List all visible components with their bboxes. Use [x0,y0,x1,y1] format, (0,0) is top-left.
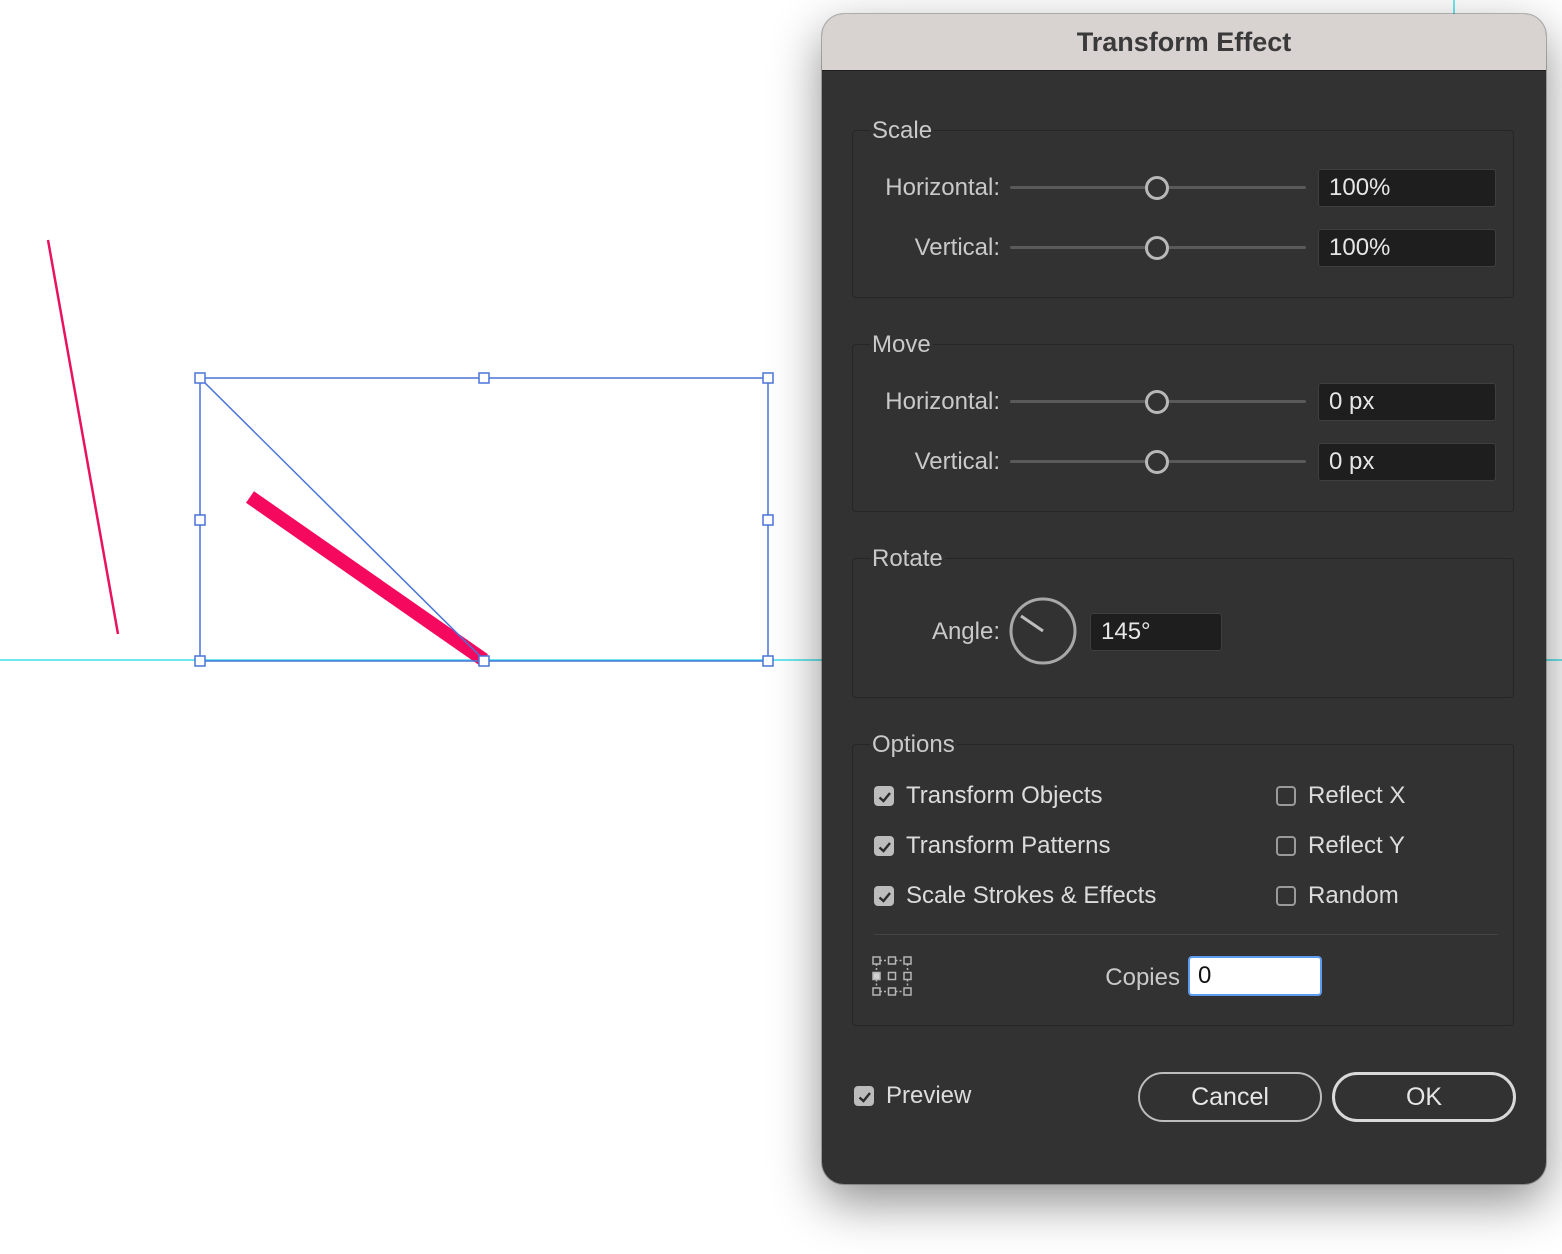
handle-middle-right[interactable] [762,514,774,526]
transform-patterns-label: Transform Patterns [906,832,1111,859]
handle-top-left[interactable] [194,372,206,384]
scale-vertical-input[interactable]: 100% [1318,229,1496,267]
random-option[interactable]: Random [1276,882,1399,910]
move-vertical-slider-thumb[interactable] [1145,450,1169,474]
handle-bottom-right[interactable] [762,655,774,667]
angle-dial-icon[interactable] [1008,596,1078,666]
move-vertical-label: Vertical: [914,448,1000,475]
scale-horizontal-slider-thumb[interactable] [1145,176,1169,200]
reflect-y-label: Reflect Y [1308,832,1405,859]
handle-bottom-left[interactable] [194,655,206,667]
move-vertical-input[interactable]: 0 px [1318,443,1496,481]
move-horizontal-input[interactable]: 0 px [1318,383,1496,421]
transform-patterns-option[interactable]: Transform Patterns [874,832,1111,860]
handle-middle-left[interactable] [194,514,206,526]
cancel-button[interactable]: Cancel [1138,1072,1322,1122]
reflect-x-option[interactable]: Reflect X [1276,782,1405,810]
ok-button[interactable]: OK [1332,1072,1516,1122]
handle-top-center[interactable] [478,372,490,384]
reflect-x-checkbox[interactable] [1276,786,1296,806]
scale-horizontal-input[interactable]: 100% [1318,169,1496,207]
scale-strokes-checkbox[interactable] [874,886,894,906]
move-horizontal-label: Horizontal: [885,388,1000,415]
preview-checkbox[interactable] [854,1086,874,1106]
scale-vertical-slider-thumb[interactable] [1145,236,1169,260]
preview-option[interactable]: Preview [854,1082,971,1110]
copies-input[interactable]: 0 [1188,956,1322,996]
scale-group [852,130,1514,298]
options-divider [874,934,1498,935]
reflect-y-checkbox[interactable] [1276,836,1296,856]
transform-objects-label: Transform Objects [906,782,1103,809]
copies-label: Copies [1105,964,1180,991]
rotate-angle-input[interactable]: 145° [1090,613,1222,651]
rotate-angle-label: Angle: [931,618,1000,645]
scale-strokes-option[interactable]: Scale Strokes & Effects [874,882,1156,910]
handle-bottom-center[interactable] [478,655,490,667]
scale-vertical-label: Vertical: [914,234,1000,261]
reference-point-grid-icon[interactable] [872,956,912,996]
transform-effect-dialog: Transform Effect Scale Horizontal: 100% … [822,14,1546,1184]
pink-line-thick[interactable] [245,491,489,666]
options-group-title: Options [870,731,957,759]
rotate-group-title: Rotate [870,545,945,573]
random-checkbox[interactable] [1276,886,1296,906]
reflect-y-option[interactable]: Reflect Y [1276,832,1405,860]
move-group [852,344,1514,512]
scale-group-title: Scale [870,117,935,145]
selected-path[interactable] [199,377,485,661]
dialog-title[interactable]: Transform Effect [822,14,1546,71]
reflect-x-label: Reflect X [1308,782,1406,809]
move-group-title: Move [870,331,933,359]
transform-objects-checkbox[interactable] [874,786,894,806]
random-label: Random [1308,882,1399,909]
transform-objects-option[interactable]: Transform Objects [874,782,1103,810]
move-horizontal-slider-thumb[interactable] [1145,390,1169,414]
transform-patterns-checkbox[interactable] [874,836,894,856]
scale-horizontal-label: Horizontal: [885,174,1000,201]
scale-strokes-label: Scale Strokes & Effects [906,882,1157,909]
handle-top-right[interactable] [762,372,774,384]
preview-label: Preview [886,1082,972,1109]
pink-line-thin[interactable] [46,239,120,635]
